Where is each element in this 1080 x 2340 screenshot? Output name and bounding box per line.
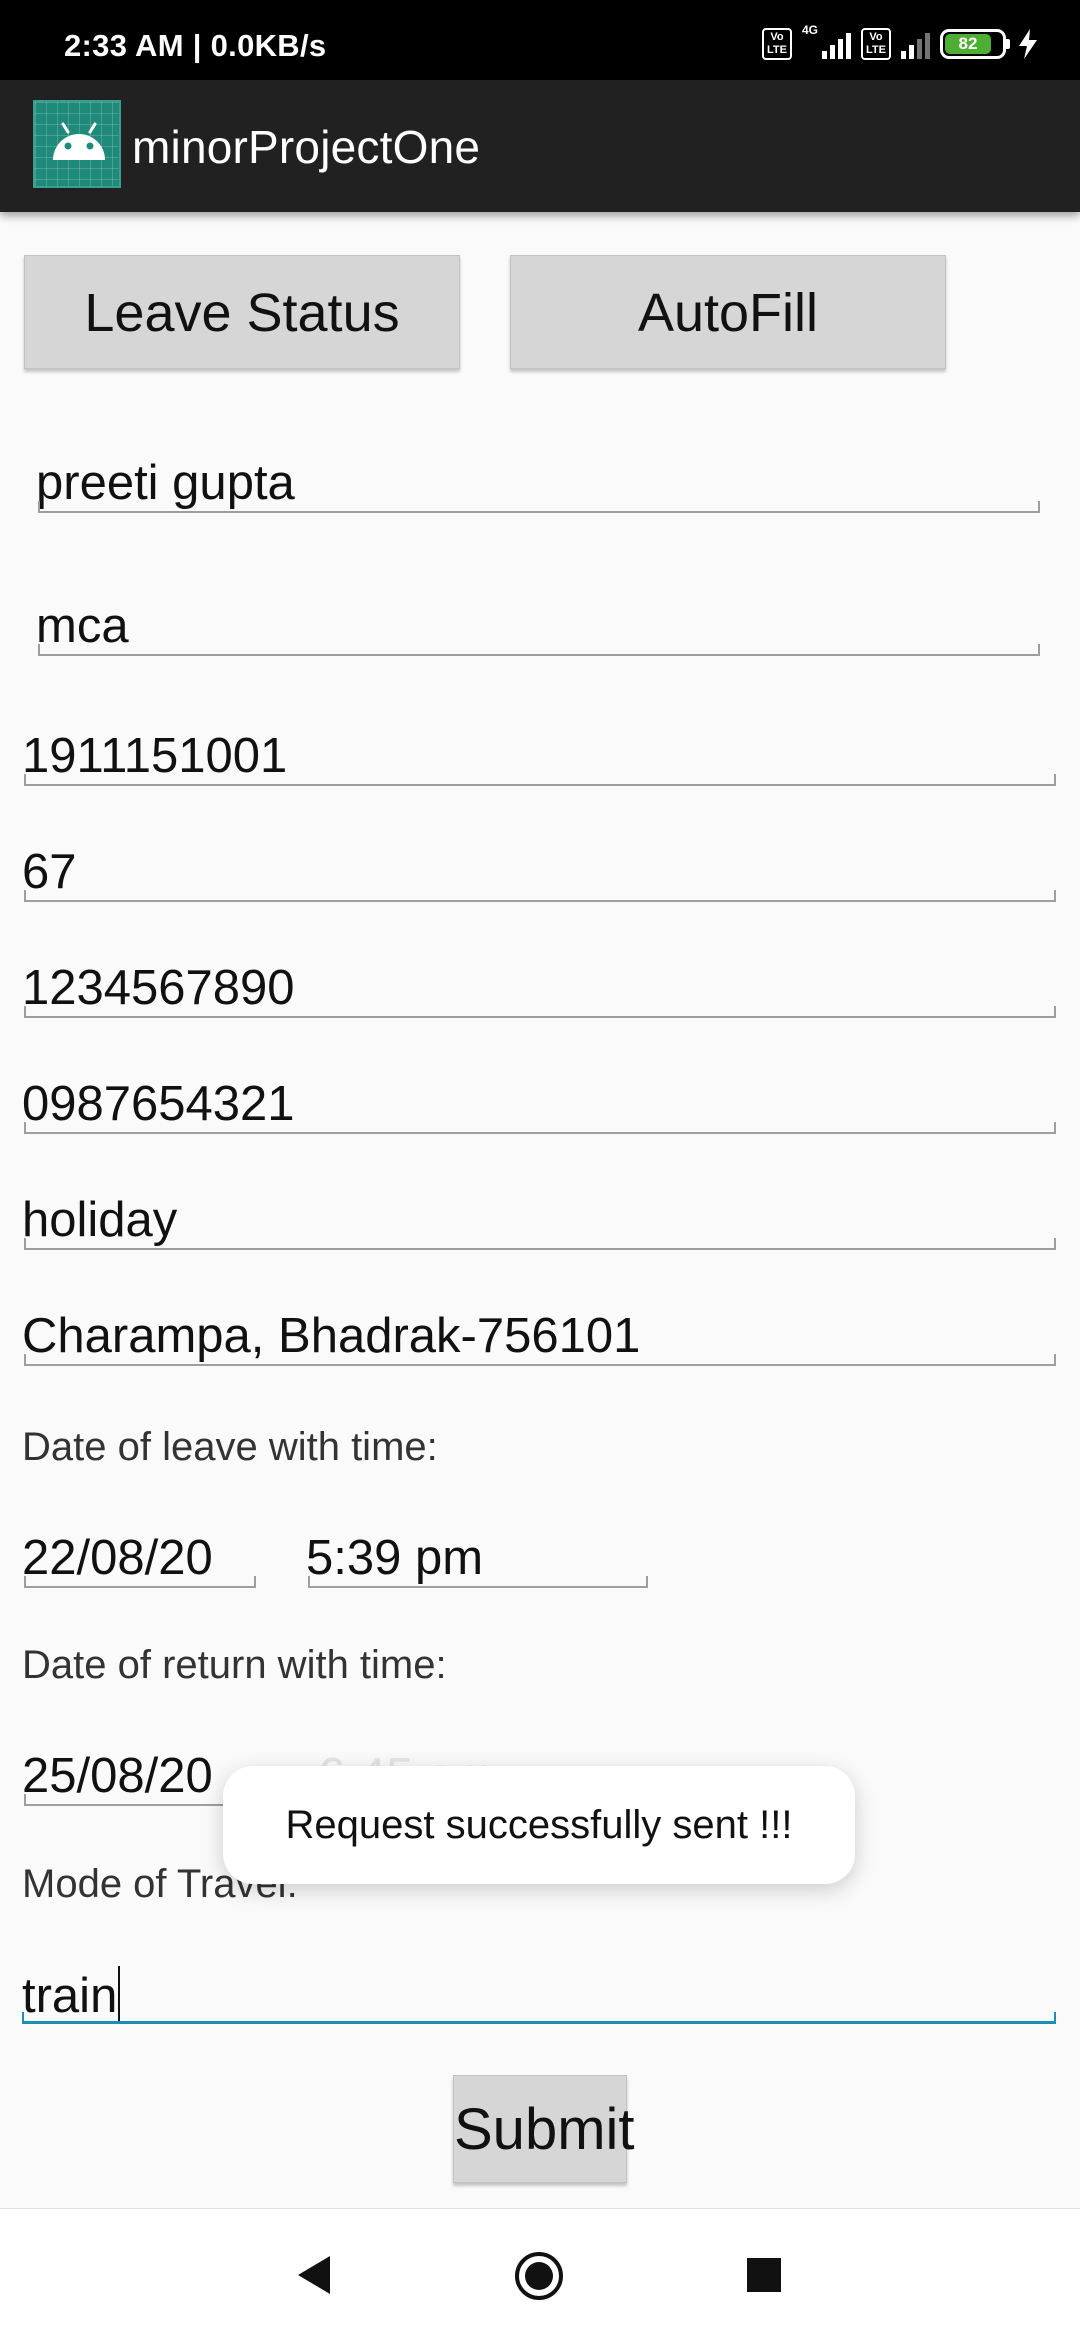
android-icon xyxy=(33,100,121,188)
submit-button[interactable]: Submit xyxy=(453,2075,635,2183)
volte-icon: Vo LTE xyxy=(861,28,891,60)
battery-icon: 82 xyxy=(940,29,1010,59)
travel-mode-underline xyxy=(22,2012,1056,2024)
navigation-bar xyxy=(0,2208,1080,2340)
return-date-underline xyxy=(24,1794,256,1806)
charging-icon xyxy=(1019,29,1037,59)
return-date-label: Date of return with time: xyxy=(22,1643,447,1687)
app-title: minorProjectOne xyxy=(132,121,481,173)
leave-date-underline xyxy=(24,1576,256,1588)
network-type-label: 4G xyxy=(801,23,818,37)
phone-1-underline xyxy=(24,1006,1056,1018)
home-icon[interactable] xyxy=(514,2251,564,2301)
numeric-underline xyxy=(24,890,1056,902)
status-bar: 2:33 AM | 0.0KB/s Vo LTE 4G Vo LTE 82 xyxy=(0,0,1080,80)
status-icons: Vo LTE 4G Vo LTE 82 xyxy=(761,23,1040,64)
reason-underline xyxy=(24,1238,1056,1250)
address-underline xyxy=(24,1354,1056,1366)
leave-time-underline xyxy=(308,1576,648,1588)
toast-message: Request successfully sent !!! xyxy=(223,1766,855,1884)
leave-status-button[interactable]: Leave Status xyxy=(24,255,460,369)
volte-icon: Vo LTE xyxy=(761,28,792,60)
roll-number-underline xyxy=(24,774,1056,786)
battery-level: 82 xyxy=(945,34,991,54)
autofill-button[interactable]: AutoFill xyxy=(510,255,946,369)
back-icon[interactable] xyxy=(294,2253,334,2297)
course-underline xyxy=(38,644,1040,656)
phone-2-underline xyxy=(24,1122,1056,1134)
signal-icon xyxy=(901,29,930,59)
app-bar: minorProjectOne xyxy=(0,80,1080,212)
signal-icon xyxy=(822,29,851,59)
name-underline xyxy=(38,501,1040,513)
status-time: 2:33 AM | 0.0KB/s xyxy=(64,28,327,63)
recents-icon[interactable] xyxy=(746,2257,782,2293)
leave-date-label: Date of leave with time: xyxy=(22,1425,438,1469)
